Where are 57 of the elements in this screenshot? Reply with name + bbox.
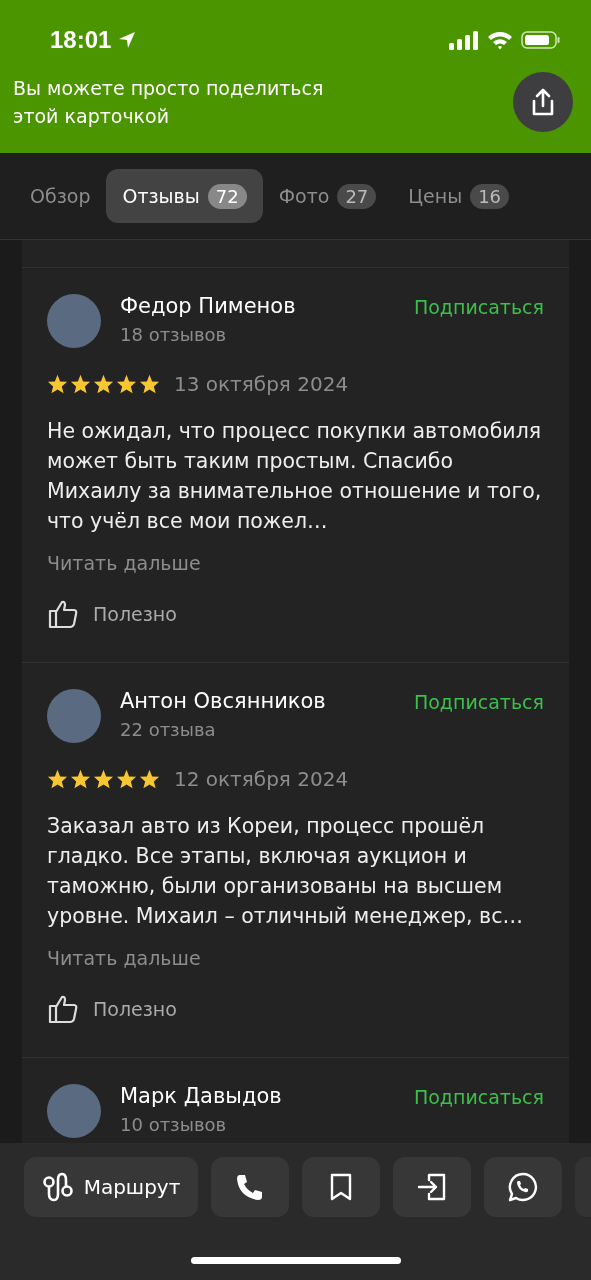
signal-icon xyxy=(449,30,479,50)
thumbs-up-icon xyxy=(47,598,79,630)
action-button[interactable] xyxy=(302,1157,380,1217)
author-name: Антон Овсянников xyxy=(120,689,326,713)
review-date: 12 октября 2024 xyxy=(174,767,349,791)
review-text: Заказал авто из Кореи, процесс прошёл гладко. Все этапы, включая аукцион и таможню, были организованы на высшем уровне. Михаил – отличный менеджер, вс… xyxy=(47,813,524,930)
count-badge: 72 xyxy=(207,183,247,209)
review-text: Не ожидал, что процесс покупки автомобиля может быть таким простым. Спасибо Михаилу за внимательное отношение и того, что учёл все мои пожел… xyxy=(47,418,543,535)
status-time: 18:01 xyxy=(50,26,112,54)
reviews-count: 10 отзывов xyxy=(120,1114,228,1135)
reviews-count: 18 отзывов xyxy=(120,324,228,345)
useful-button[interactable]: Полезно xyxy=(47,598,177,630)
star-icon xyxy=(70,769,91,789)
avatar-photo-placeholder xyxy=(47,1084,101,1138)
star-icon xyxy=(47,374,68,394)
subscribe-link[interactable]: Подписаться xyxy=(413,1086,544,1108)
star-icon xyxy=(139,769,160,789)
useful-button[interactable]: Полезно xyxy=(47,993,177,1025)
star-icon xyxy=(116,769,137,789)
bookmark-icon xyxy=(330,1173,352,1201)
route-icon xyxy=(41,1172,74,1202)
thumbs-up-icon xyxy=(47,993,79,1025)
share-button[interactable] xyxy=(513,72,573,132)
tab[interactable]: Фото 27 xyxy=(262,169,393,223)
star-icon xyxy=(47,769,68,789)
action-button[interactable] xyxy=(393,1157,471,1217)
reviews-count: 22 отзыва xyxy=(120,719,217,740)
author-name: Марк Давыдов xyxy=(120,1084,282,1108)
share-hint-text: Вы можете просто поделиться этой карточкой xyxy=(13,76,325,129)
share-icon xyxy=(530,88,556,116)
subscribe-link[interactable]: Подписаться xyxy=(413,691,544,713)
action-button[interactable] xyxy=(211,1157,289,1217)
location-arrow-icon xyxy=(117,30,138,50)
avatar-photo-placeholder xyxy=(47,689,101,743)
battery-icon xyxy=(521,30,561,50)
read-more-link[interactable]: Читать дальше xyxy=(47,552,544,574)
subscribe-link[interactable]: Подписаться xyxy=(413,296,544,318)
tab[interactable]: Отзывы 72 xyxy=(106,169,263,223)
sign-in-icon xyxy=(417,1173,447,1201)
star-icon xyxy=(116,374,137,394)
count-badge: 16 xyxy=(470,183,510,209)
tab[interactable]: Обзор xyxy=(14,169,107,223)
chat-phone-icon xyxy=(508,1172,538,1202)
tab[interactable]: Цены 16 xyxy=(392,169,526,223)
read-more-link[interactable]: Читать дальше xyxy=(47,947,544,969)
action-button[interactable]: Маршрут xyxy=(24,1157,198,1217)
avatar-photo-placeholder xyxy=(47,294,101,348)
star-icon xyxy=(139,374,160,394)
star-icon xyxy=(93,769,114,789)
star-icon xyxy=(70,374,91,394)
wifi-icon xyxy=(487,30,513,50)
phone-icon xyxy=(236,1173,264,1201)
star-icon xyxy=(93,374,114,394)
author-name: Федор Пименов xyxy=(120,294,296,318)
review-date: 13 октября 2024 xyxy=(174,372,349,396)
action-button[interactable] xyxy=(484,1157,562,1217)
count-badge: 27 xyxy=(337,183,377,209)
